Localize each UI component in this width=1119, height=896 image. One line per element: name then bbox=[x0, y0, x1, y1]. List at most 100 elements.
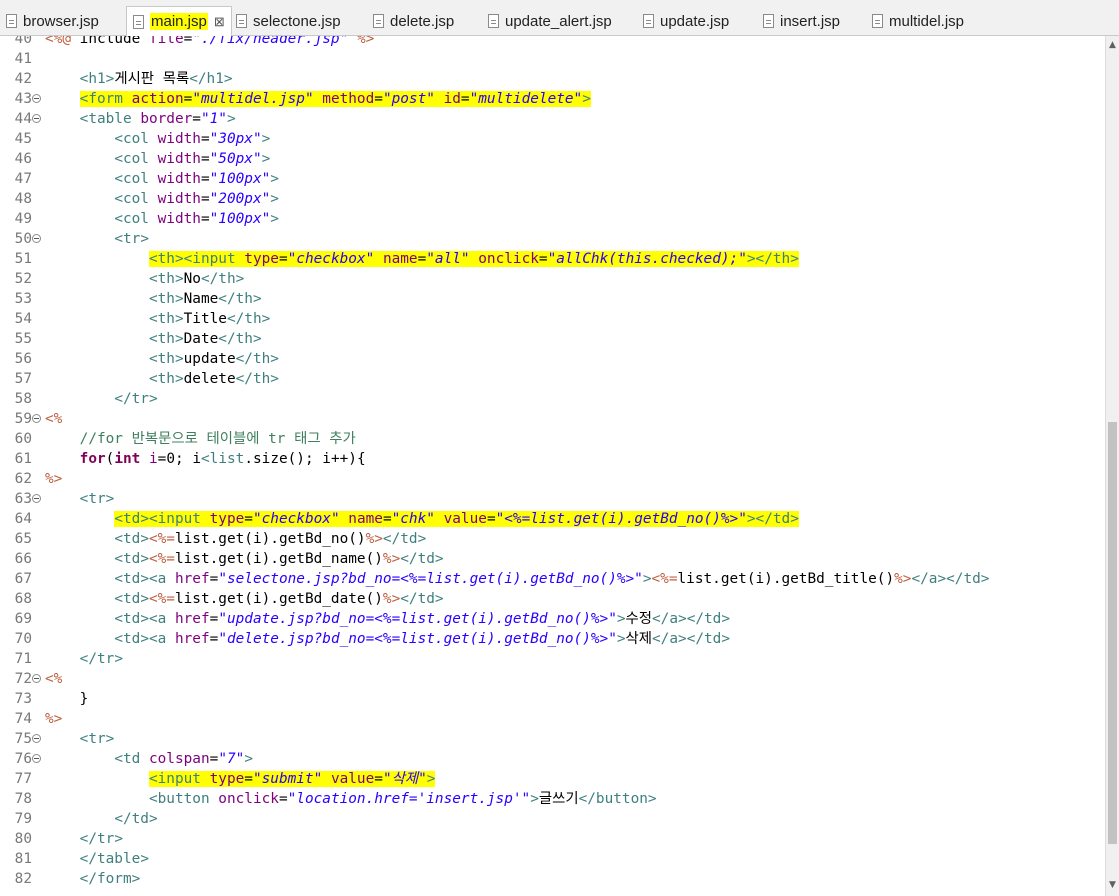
code-line[interactable]: 41 bbox=[0, 49, 1105, 69]
code-text: <input type="submit" value="삭제"> bbox=[148, 771, 436, 787]
code-text: %> bbox=[45, 471, 63, 487]
code-text: } bbox=[45, 691, 89, 707]
line-number: 80 bbox=[14, 831, 32, 847]
line-number: 41 bbox=[14, 51, 32, 67]
code-line[interactable]: 47 <col width="100px"> bbox=[0, 169, 1105, 189]
line-number: 61 bbox=[14, 451, 32, 467]
code-line[interactable]: 79 </td> bbox=[0, 809, 1105, 829]
code-line[interactable]: 61 for(int i=0; i<list.size(); i++){ bbox=[0, 449, 1105, 469]
code-line[interactable]: 42 <h1>게시판 목록</h1> bbox=[0, 69, 1105, 89]
code-text: </tr> bbox=[79, 831, 123, 847]
line-number: 57 bbox=[14, 371, 32, 387]
code-line[interactable]: 65 <td><%=list.get(i).getBd_no()%></td> bbox=[0, 529, 1105, 549]
code-line[interactable]: 56 <th>update</th> bbox=[0, 349, 1105, 369]
code-text: <th>update</th> bbox=[148, 351, 279, 367]
tab-update-alert-jsp[interactable]: update_alert.jsp bbox=[488, 8, 612, 34]
fold-toggle-icon[interactable] bbox=[32, 674, 41, 683]
fold-toggle-icon[interactable] bbox=[32, 414, 41, 423]
code-line[interactable]: 50 <tr> bbox=[0, 229, 1105, 249]
line-number: 48 bbox=[14, 191, 32, 207]
line-number: 63 bbox=[14, 491, 32, 507]
code-text: <td><a href="delete.jsp?bd_no=<%=list.ge… bbox=[114, 631, 731, 647]
code-line[interactable]: 63 <tr> bbox=[0, 489, 1105, 509]
code-line[interactable]: 57 <th>delete</th> bbox=[0, 369, 1105, 389]
code-line[interactable]: 60 //for 반복문으로 테이블에 tr 태그 추가 bbox=[0, 429, 1105, 449]
code-line[interactable]: 58 </tr> bbox=[0, 389, 1105, 409]
fold-toggle-icon[interactable] bbox=[32, 754, 41, 763]
code-line[interactable]: 68 <td><%=list.get(i).getBd_date()%></td… bbox=[0, 589, 1105, 609]
code-line[interactable]: 45 <col width="30px"> bbox=[0, 129, 1105, 149]
line-number: 73 bbox=[14, 691, 32, 707]
line-number: 81 bbox=[14, 851, 32, 867]
fold-toggle-icon[interactable] bbox=[32, 494, 41, 503]
tab-label: update_alert.jsp bbox=[505, 12, 612, 30]
close-tab-icon[interactable]: ⊠ bbox=[214, 14, 225, 30]
fold-toggle-icon[interactable] bbox=[32, 734, 41, 743]
code-line[interactable]: 44 <table border="1"> bbox=[0, 109, 1105, 129]
line-number: 42 bbox=[14, 71, 32, 87]
code-text: <tr> bbox=[79, 491, 115, 507]
code-line[interactable]: 49 <col width="100px"> bbox=[0, 209, 1105, 229]
line-number: 56 bbox=[14, 351, 32, 367]
code-line[interactable]: 66 <td><%=list.get(i).getBd_name()%></td… bbox=[0, 549, 1105, 569]
line-number: 69 bbox=[14, 611, 32, 627]
tab-multidel-jsp[interactable]: multidel.jsp bbox=[872, 8, 964, 34]
code-line[interactable]: 80 </tr> bbox=[0, 829, 1105, 849]
line-number: 43 bbox=[14, 91, 32, 107]
code-line[interactable]: 82 </form> bbox=[0, 869, 1105, 889]
code-line[interactable]: 78 <button onclick="location.href='inser… bbox=[0, 789, 1105, 809]
code-line[interactable]: 48 <col width="200px"> bbox=[0, 189, 1105, 209]
code-line[interactable]: 76 <td colspan="7"> bbox=[0, 749, 1105, 769]
code-text: <td colspan="7"> bbox=[114, 751, 253, 767]
code-text: </table> bbox=[79, 851, 149, 867]
code-line[interactable]: 77 <input type="submit" value="삭제"> bbox=[0, 769, 1105, 789]
code-line[interactable]: 71 </tr> bbox=[0, 649, 1105, 669]
code-line[interactable]: 72 <% bbox=[0, 669, 1105, 689]
code-text: <% bbox=[45, 671, 63, 687]
code-text: <tr> bbox=[114, 231, 149, 247]
line-number: 40 bbox=[14, 36, 32, 47]
code-line[interactable]: 40 <%@ include file="./fix/header.jsp" %> bbox=[0, 36, 1105, 49]
code-text: <th>delete</th> bbox=[148, 371, 279, 387]
tab-browser-jsp[interactable]: browser.jsp bbox=[6, 8, 99, 34]
vertical-scrollbar[interactable]: ▲ ▼ bbox=[1105, 36, 1119, 896]
code-line[interactable]: 70 <td><a href="delete.jsp?bd_no=<%=list… bbox=[0, 629, 1105, 649]
code-line[interactable]: 69 <td><a href="update.jsp?bd_no=<%=list… bbox=[0, 609, 1105, 629]
code-text: </td> bbox=[114, 811, 158, 827]
code-line[interactable]: 43 <form action="multidel.jsp" method="p… bbox=[0, 89, 1105, 109]
code-line[interactable]: 64 <td><input type="checkbox" name="chk"… bbox=[0, 509, 1105, 529]
scroll-down-arrow-icon[interactable]: ▼ bbox=[1106, 878, 1119, 892]
code-editor[interactable]: 40 <%@ include file="./fix/header.jsp" %>… bbox=[0, 36, 1105, 896]
code-line[interactable]: 81 </table> bbox=[0, 849, 1105, 869]
fold-toggle-icon[interactable] bbox=[32, 234, 41, 243]
line-number: 64 bbox=[14, 511, 32, 527]
code-text: <td><%=list.get(i).getBd_date()%></td> bbox=[114, 591, 444, 607]
code-line[interactable]: 52 <th>No</th> bbox=[0, 269, 1105, 289]
code-line[interactable]: 75 <tr> bbox=[0, 729, 1105, 749]
tab-insert-jsp[interactable]: insert.jsp bbox=[763, 8, 840, 34]
code-line[interactable]: 62 %> bbox=[0, 469, 1105, 489]
scroll-up-arrow-icon[interactable]: ▲ bbox=[1106, 38, 1119, 52]
jsp-file-icon bbox=[373, 14, 384, 28]
code-line[interactable]: 53 <th>Name</th> bbox=[0, 289, 1105, 309]
tab-selectone-jsp[interactable]: selectone.jsp bbox=[236, 8, 341, 34]
tab-main-jsp[interactable]: main.jsp ⊠ bbox=[126, 6, 232, 36]
code-line[interactable]: 59 <% bbox=[0, 409, 1105, 429]
code-text: <td><a href="update.jsp?bd_no=<%=list.ge… bbox=[114, 611, 731, 627]
line-number: 44 bbox=[14, 111, 32, 127]
code-line[interactable]: 51 <th><input type="checkbox" name="all"… bbox=[0, 249, 1105, 269]
tab-update-jsp[interactable]: update.jsp bbox=[643, 8, 729, 34]
code-line[interactable]: 73 } bbox=[0, 689, 1105, 709]
fold-toggle-icon[interactable] bbox=[32, 94, 41, 103]
code-text: %> bbox=[45, 711, 63, 727]
code-line[interactable]: 74 %> bbox=[0, 709, 1105, 729]
code-line[interactable]: 55 <th>Date</th> bbox=[0, 329, 1105, 349]
tab-delete-jsp[interactable]: delete.jsp bbox=[373, 8, 454, 34]
fold-toggle-icon[interactable] bbox=[32, 114, 41, 123]
line-number: 74 bbox=[14, 711, 32, 727]
scrollbar-thumb[interactable] bbox=[1108, 422, 1117, 844]
code-text: <th>Date</th> bbox=[148, 331, 262, 347]
code-line[interactable]: 67 <td><a href="selectone.jsp?bd_no=<%=l… bbox=[0, 569, 1105, 589]
code-line[interactable]: 46 <col width="50px"> bbox=[0, 149, 1105, 169]
code-line[interactable]: 54 <th>Title</th> bbox=[0, 309, 1105, 329]
